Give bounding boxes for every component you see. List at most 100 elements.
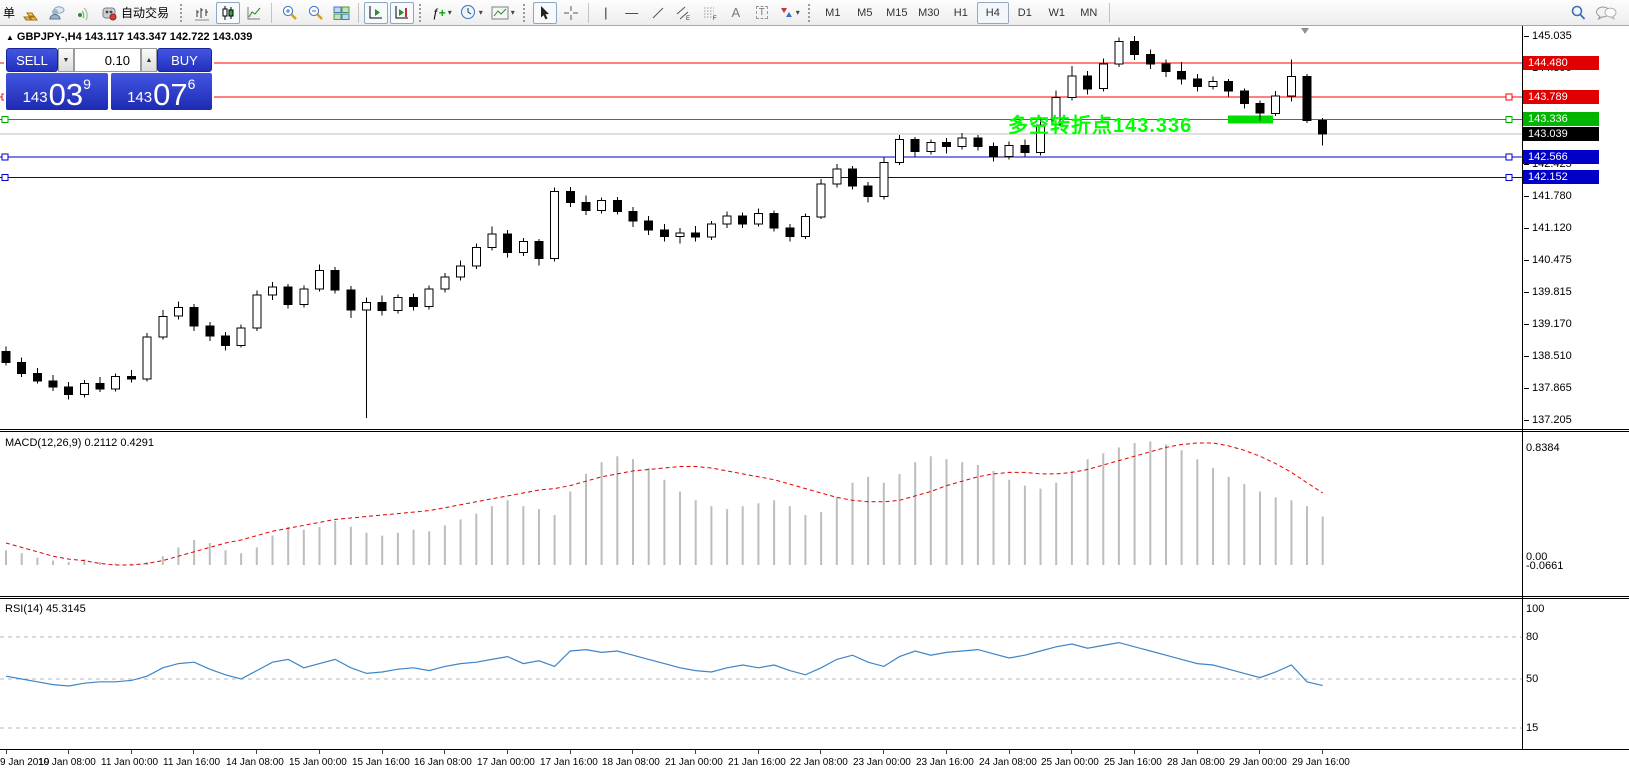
toolbar-separator bbox=[1109, 3, 1110, 23]
chart-shift-icon[interactable] bbox=[390, 2, 414, 24]
timeframe-button-MN[interactable]: MN bbox=[1073, 2, 1105, 24]
macd-panel-canvas[interactable] bbox=[0, 433, 1522, 597]
clock-icon bbox=[460, 4, 477, 21]
zoom-in-icon[interactable] bbox=[277, 2, 301, 24]
time-axis-label: 17 Jan 00:00 bbox=[477, 757, 535, 768]
time-axis-label: 21 Jan 16:00 bbox=[728, 757, 786, 768]
buy-price-display[interactable]: 143076 bbox=[111, 73, 213, 110]
horizontal-line-tool[interactable]: — bbox=[620, 2, 644, 24]
timeframe-button-M1[interactable]: M1 bbox=[817, 2, 849, 24]
time-axis-label: 23 Jan 00:00 bbox=[853, 757, 911, 768]
gold-icon[interactable] bbox=[19, 2, 43, 24]
arrows-tool[interactable]: ▾ bbox=[776, 2, 803, 24]
time-axis-tick bbox=[632, 750, 633, 754]
new-order-button[interactable]: 单 bbox=[0, 4, 18, 21]
price-tick-label: 139.815 bbox=[1524, 286, 1572, 298]
candlestick-chart-type-button[interactable] bbox=[216, 2, 240, 24]
toolbar-grip[interactable] bbox=[523, 4, 528, 22]
search-icon[interactable] bbox=[1566, 2, 1590, 24]
text-label-tool[interactable]: T bbox=[750, 2, 774, 24]
macd-panel-separator[interactable] bbox=[0, 429, 1629, 432]
text-tool[interactable]: A bbox=[724, 2, 748, 24]
add-indicator-button[interactable]: ƒ+▾ bbox=[429, 2, 455, 24]
chart-symbol-ohlc: ▲GBPJPY-,H4 143.117 143.347 142.722 143.… bbox=[6, 31, 252, 43]
toolbar-grip[interactable] bbox=[180, 4, 185, 22]
time-axis-tick bbox=[68, 750, 69, 754]
time-axis-label: 11 Jan 16:00 bbox=[163, 757, 220, 768]
rsi-axis-label: 100 bbox=[1526, 603, 1544, 615]
sell-price-pip: 9 bbox=[83, 76, 91, 92]
time-axis-tick bbox=[319, 750, 320, 754]
cursor-tool-button[interactable] bbox=[533, 2, 557, 24]
lot-decrease-button[interactable]: ▼ bbox=[58, 48, 74, 72]
crosshair-tool-button[interactable] bbox=[559, 2, 583, 24]
timeframe-button-M5[interactable]: M5 bbox=[849, 2, 881, 24]
rsi-panel-separator[interactable] bbox=[0, 596, 1629, 599]
toolbar-right-icons bbox=[1565, 2, 1621, 24]
timeframe-button-M15[interactable]: M15 bbox=[881, 2, 913, 24]
template-button[interactable]: ▾ bbox=[488, 2, 518, 24]
timeframe-button-D1[interactable]: D1 bbox=[1009, 2, 1041, 24]
period-button[interactable]: ▾ bbox=[457, 2, 486, 24]
time-axis-tick bbox=[820, 750, 821, 754]
rsi-panel-canvas[interactable] bbox=[0, 600, 1522, 749]
toolbar-separator bbox=[271, 3, 272, 23]
line-chart-type-button[interactable] bbox=[242, 2, 266, 24]
time-axis-label: 21 Jan 00:00 bbox=[665, 757, 723, 768]
time-axis-label: 29 Jan 00:00 bbox=[1229, 757, 1287, 768]
dropdown-arrow-icon[interactable]: ▾ bbox=[511, 8, 515, 17]
price-level-badge: 142.152 bbox=[1523, 170, 1599, 184]
profile-icon[interactable] bbox=[45, 2, 69, 24]
bar-chart-type-button[interactable] bbox=[190, 2, 214, 24]
time-axis-tick bbox=[946, 750, 947, 754]
price-level-badge: 142.566 bbox=[1523, 150, 1599, 164]
sell-price-display[interactable]: 143039 bbox=[6, 73, 108, 110]
sell-button[interactable]: SELL bbox=[6, 48, 58, 72]
fibonacci-tool[interactable]: F bbox=[698, 2, 722, 24]
toolbar-separator bbox=[588, 3, 589, 23]
buy-price-pip: 6 bbox=[188, 76, 196, 92]
timeframe-button-W1[interactable]: W1 bbox=[1041, 2, 1073, 24]
timeframe-button-H4[interactable]: H4 bbox=[977, 2, 1009, 24]
time-axis-tick bbox=[507, 750, 508, 754]
time-axis-tick bbox=[695, 750, 696, 754]
vertical-line-tool[interactable]: | bbox=[594, 2, 618, 24]
pivot-annotation-text[interactable]: 多空转折点143.336 bbox=[1008, 109, 1192, 138]
dropdown-arrow-icon[interactable]: ▾ bbox=[448, 8, 452, 17]
timeframe-button-H1[interactable]: H1 bbox=[945, 2, 977, 24]
signal-icon[interactable] bbox=[71, 2, 95, 24]
zoom-out-icon[interactable] bbox=[303, 2, 327, 24]
time-axis-tick bbox=[131, 750, 132, 754]
auto-scroll-icon[interactable] bbox=[364, 2, 388, 24]
lot-size-input[interactable] bbox=[74, 48, 141, 72]
main-chart-canvas[interactable] bbox=[0, 26, 1522, 430]
robot-icon bbox=[100, 5, 118, 21]
collapse-arrow-icon[interactable]: ▲ bbox=[6, 33, 14, 42]
tile-windows-icon[interactable] bbox=[329, 2, 353, 24]
top-toolbar: 单 自动交易 ƒ+▾ bbox=[0, 0, 1629, 26]
equidistant-channel-tool[interactable]: E bbox=[672, 2, 696, 24]
auto-trading-button[interactable]: 自动交易 bbox=[97, 2, 175, 24]
lot-increase-button[interactable]: ▲ bbox=[141, 48, 157, 72]
chart-shift-marker[interactable] bbox=[1301, 28, 1309, 34]
trendline-tool[interactable] bbox=[646, 2, 670, 24]
dropdown-arrow-icon[interactable]: ▾ bbox=[796, 8, 800, 17]
time-axis-tick bbox=[570, 750, 571, 754]
macd-axis-label: -0.0661 bbox=[1526, 560, 1563, 572]
macd-axis-label: 0.8384 bbox=[1526, 442, 1560, 454]
sell-price-big: 03 bbox=[49, 80, 83, 109]
time-axis-label: 15 Jan 16:00 bbox=[352, 757, 410, 768]
chat-icon[interactable] bbox=[1592, 2, 1620, 24]
time-axis-label: 25 Jan 00:00 bbox=[1041, 757, 1099, 768]
toolbar-grip[interactable] bbox=[808, 4, 813, 22]
buy-button[interactable]: BUY bbox=[157, 48, 212, 72]
time-axis-tick bbox=[193, 750, 194, 754]
dropdown-arrow-icon[interactable]: ▾ bbox=[479, 8, 483, 17]
timeframe-button-M30[interactable]: M30 bbox=[913, 2, 945, 24]
time-axis-line bbox=[0, 749, 1629, 750]
time-axis-tick bbox=[1322, 750, 1323, 754]
auto-trading-label: 自动交易 bbox=[118, 4, 172, 21]
toolbar-grip[interactable] bbox=[419, 4, 424, 22]
time-axis-tick bbox=[444, 750, 445, 754]
time-axis-label: 17 Jan 16:00 bbox=[540, 757, 598, 768]
